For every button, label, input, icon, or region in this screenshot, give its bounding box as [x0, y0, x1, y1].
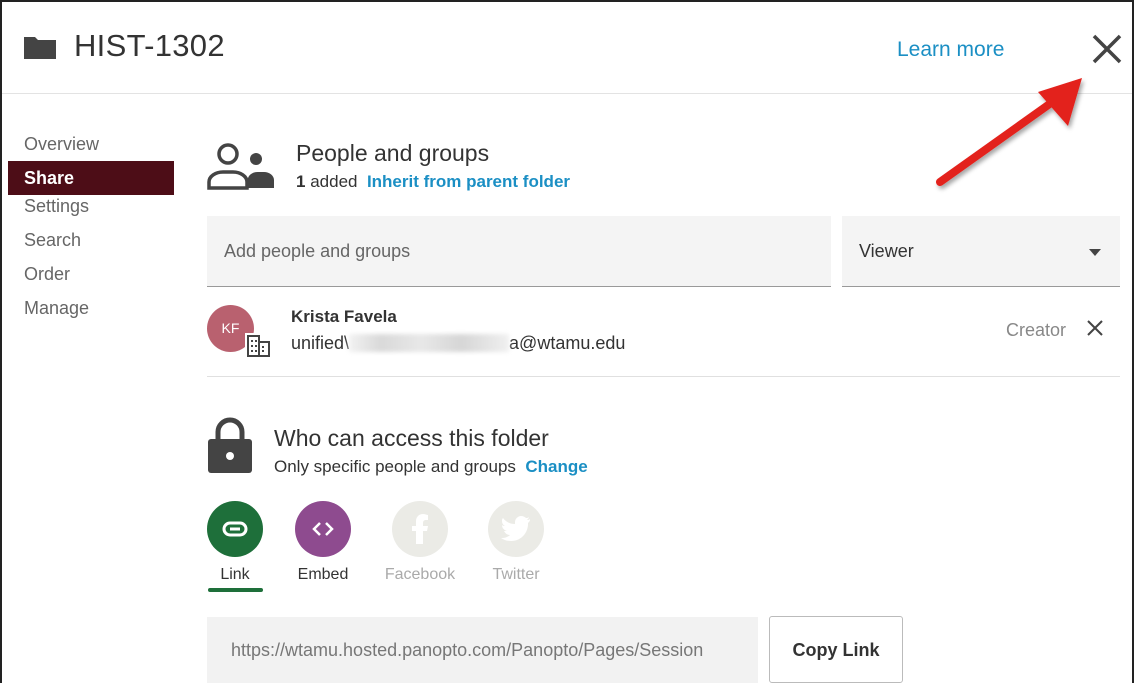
share-option-twitter[interactable]: Twitter	[476, 501, 556, 584]
people-count-suffix: added	[310, 172, 358, 191]
inherit-from-parent-link[interactable]: Inherit from parent folder	[367, 172, 570, 191]
people-count-line: 1 added Inherit from parent folder	[296, 172, 570, 192]
selected-share-indicator	[208, 588, 263, 592]
sidebar-item-manage[interactable]: Manage	[8, 294, 174, 328]
share-option-label: Twitter	[492, 566, 540, 583]
chevron-down-icon	[1089, 249, 1101, 256]
share-option-label: Embed	[297, 566, 349, 583]
role-select-value: Viewer	[859, 241, 914, 261]
role-select[interactable]: Viewer	[842, 216, 1120, 287]
access-subtitle-line: Only specific people and groups Change	[274, 457, 588, 477]
user-role: Creator	[1006, 320, 1067, 340]
remove-user-icon[interactable]	[1085, 318, 1105, 338]
sidebar-item-overview[interactable]: Overview	[8, 130, 174, 164]
share-option-link[interactable]: Link	[195, 501, 275, 584]
user-name: Krista Favela	[291, 307, 397, 326]
share-option-embed[interactable]: Embed	[283, 501, 363, 584]
sidebar-item-order[interactable]: Order	[8, 260, 174, 294]
annotation-arrow-icon	[936, 78, 1082, 186]
user-row: KF Krista Favela unified\ a@wtamu.edu Cre…	[207, 300, 1120, 377]
folder-title: HIST-1302	[74, 28, 225, 63]
lock-icon	[208, 417, 252, 473]
building-icon	[245, 333, 272, 357]
share-link-field[interactable]: https://wtamu.hosted.panopto.com/Panopto…	[207, 617, 758, 683]
embed-code-icon	[295, 501, 351, 557]
people-section-title: People and groups	[296, 140, 490, 166]
sidebar-item-settings[interactable]: Settings	[8, 192, 174, 226]
access-section-title: Who can access this folder	[274, 425, 549, 451]
sidebar-nav: Overview Share Settings Search Order Man…	[8, 130, 174, 328]
redacted-blur	[349, 334, 510, 352]
people-count: 1	[296, 172, 306, 191]
facebook-icon	[392, 501, 448, 557]
twitter-icon	[488, 501, 544, 557]
user-email-prefix: unified\	[291, 333, 350, 353]
copy-link-button[interactable]: Copy Link	[769, 616, 903, 683]
share-option-facebook[interactable]: Facebook	[380, 501, 460, 584]
user-email: unified\ a@wtamu.edu	[291, 333, 625, 354]
people-icon	[207, 143, 274, 190]
sidebar-item-search[interactable]: Search	[8, 226, 174, 260]
sidebar-item-share[interactable]: Share	[8, 161, 174, 195]
share-option-label: Facebook	[384, 566, 456, 583]
change-access-link[interactable]: Change	[525, 457, 587, 476]
add-people-input[interactable]	[207, 216, 831, 287]
learn-more-link[interactable]: Learn more	[897, 38, 1004, 62]
link-icon	[207, 501, 263, 557]
user-email-suffix: a@wtamu.edu	[509, 333, 626, 353]
folder-icon	[24, 37, 56, 59]
close-icon[interactable]	[1088, 30, 1126, 68]
share-option-label: Link	[220, 566, 250, 583]
access-subtitle: Only specific people and groups	[274, 457, 516, 476]
